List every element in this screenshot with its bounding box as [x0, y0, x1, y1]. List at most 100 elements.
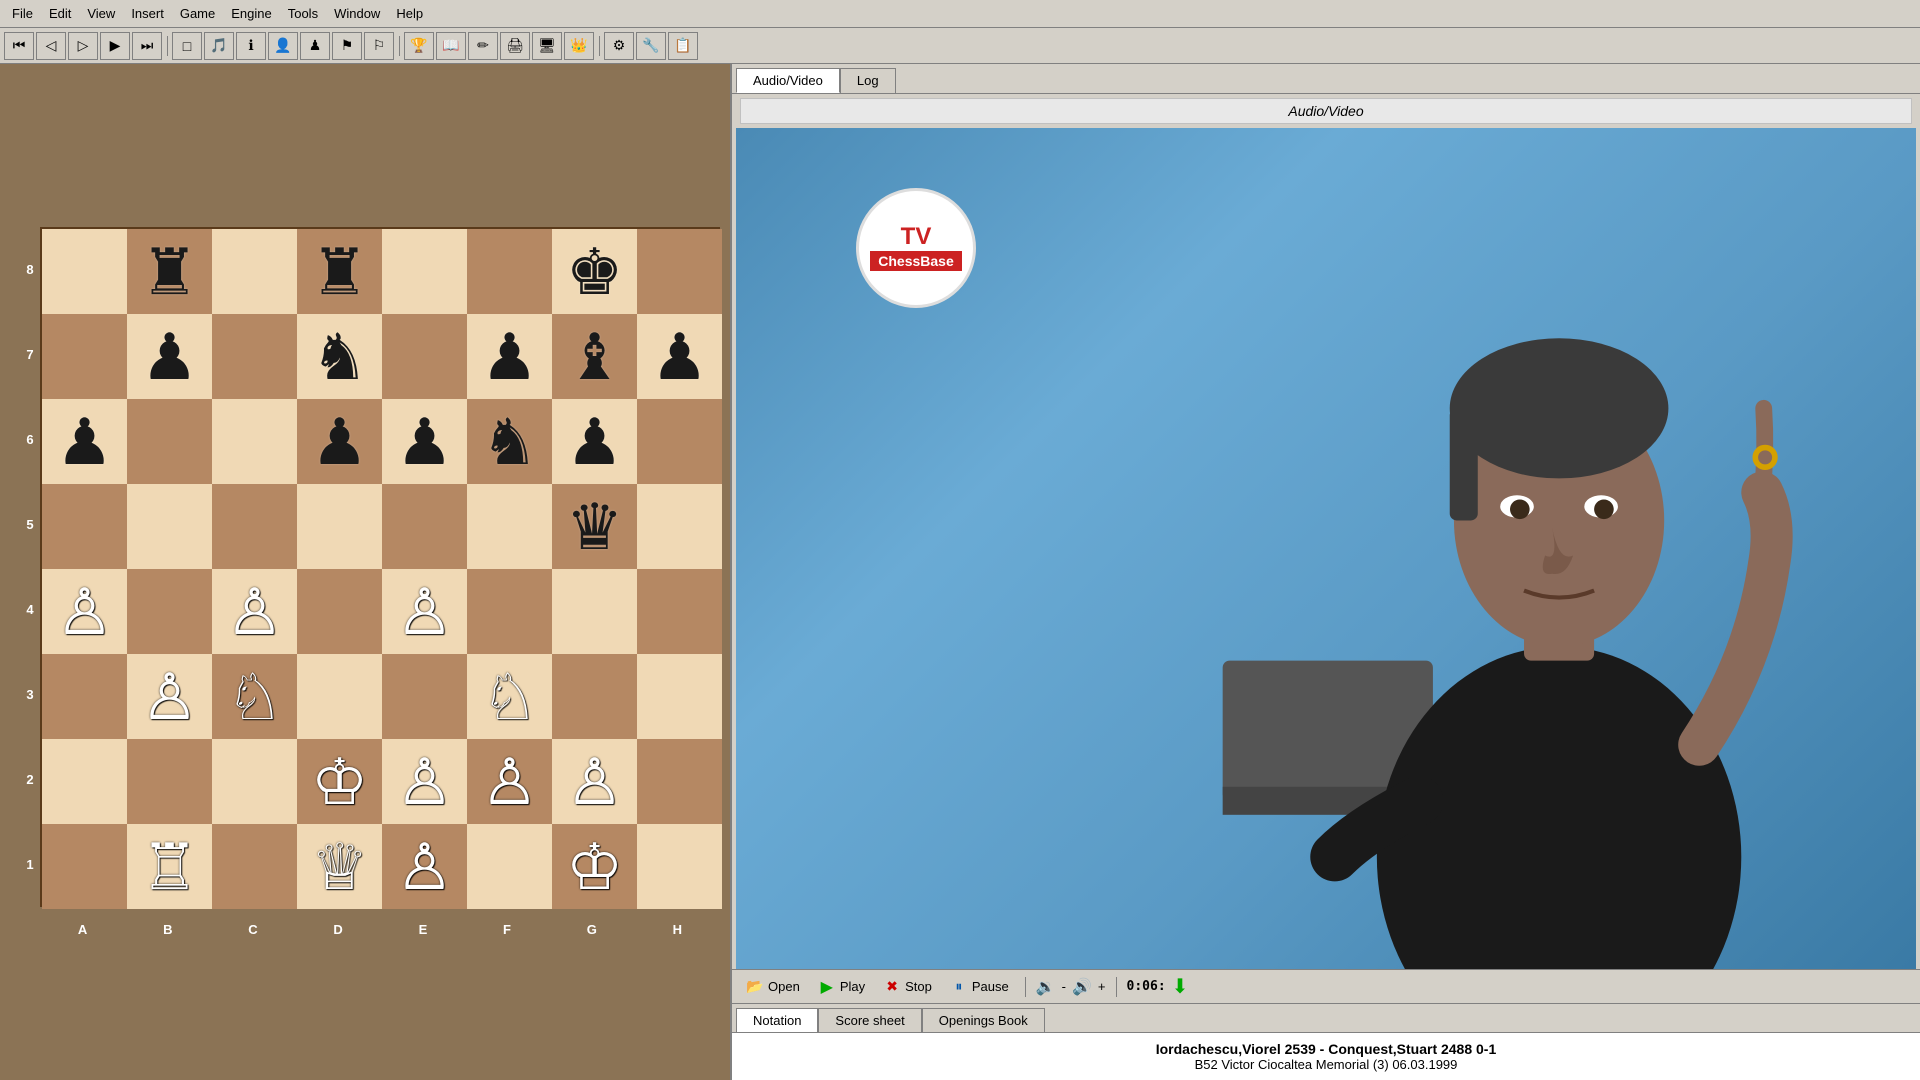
- play-button[interactable]: ▶ Play: [812, 976, 871, 998]
- square-a2[interactable]: [42, 739, 127, 824]
- nav-back-button[interactable]: ◁: [36, 32, 66, 60]
- square-g1[interactable]: ♔: [552, 824, 637, 909]
- square-h7[interactable]: ♟: [637, 314, 722, 399]
- toolbar-book-button[interactable]: 📖: [436, 32, 466, 60]
- square-a6[interactable]: ♟: [42, 399, 127, 484]
- square-c5[interactable]: [212, 484, 297, 569]
- square-g5[interactable]: ♛: [552, 484, 637, 569]
- nav-start-button[interactable]: ⏮: [4, 32, 34, 60]
- menu-file[interactable]: File: [4, 4, 41, 23]
- menu-engine[interactable]: Engine: [223, 4, 279, 23]
- menu-view[interactable]: View: [79, 4, 123, 23]
- nav-forward-button[interactable]: ▷: [68, 32, 98, 60]
- square-h6[interactable]: [637, 399, 722, 484]
- square-e2[interactable]: ♙: [382, 739, 467, 824]
- nav-last-button[interactable]: ⏭: [132, 32, 162, 60]
- square-b5[interactable]: [127, 484, 212, 569]
- menu-edit[interactable]: Edit: [41, 4, 79, 23]
- square-f5[interactable]: [467, 484, 552, 569]
- square-c6[interactable]: [212, 399, 297, 484]
- square-c8[interactable]: [212, 229, 297, 314]
- square-e3[interactable]: [382, 654, 467, 739]
- square-g8[interactable]: ♚: [552, 229, 637, 314]
- toolbar-info-button[interactable]: ℹ: [236, 32, 266, 60]
- menu-insert[interactable]: Insert: [123, 4, 172, 23]
- menu-window[interactable]: Window: [326, 4, 388, 23]
- square-d4[interactable]: [297, 569, 382, 654]
- toolbar-piece-button[interactable]: ♟: [300, 32, 330, 60]
- square-f2[interactable]: ♙: [467, 739, 552, 824]
- open-button[interactable]: 📂 Open: [740, 976, 806, 998]
- square-g7[interactable]: ♝: [552, 314, 637, 399]
- square-b4[interactable]: [127, 569, 212, 654]
- volume-up-button[interactable]: 🔊: [1072, 977, 1092, 997]
- toolbar-gear-button[interactable]: ⚙: [604, 32, 634, 60]
- square-a4[interactable]: ♙: [42, 569, 127, 654]
- toolbar-edit-button[interactable]: ✏: [468, 32, 498, 60]
- square-d7[interactable]: ♞: [297, 314, 382, 399]
- square-d1[interactable]: ♕: [297, 824, 382, 909]
- square-b3[interactable]: ♙: [127, 654, 212, 739]
- square-f7[interactable]: ♟: [467, 314, 552, 399]
- square-a3[interactable]: [42, 654, 127, 739]
- square-d2[interactable]: ♔: [297, 739, 382, 824]
- square-e8[interactable]: [382, 229, 467, 314]
- tab-openings-book[interactable]: Openings Book: [922, 1008, 1045, 1032]
- toolbar-sound-button[interactable]: 🎵: [204, 32, 234, 60]
- toolbar-tool-button[interactable]: 🔧: [636, 32, 666, 60]
- square-h5[interactable]: [637, 484, 722, 569]
- square-e7[interactable]: [382, 314, 467, 399]
- fullscreen-icon[interactable]: ⬇: [1172, 974, 1189, 999]
- toolbar-flag1-button[interactable]: ⚑: [332, 32, 362, 60]
- square-f1[interactable]: [467, 824, 552, 909]
- stop-button[interactable]: ✖ Stop: [877, 976, 938, 998]
- toolbar-crown-button[interactable]: 👑: [564, 32, 594, 60]
- square-h2[interactable]: [637, 739, 722, 824]
- square-c3[interactable]: ♘: [212, 654, 297, 739]
- square-d6[interactable]: ♟: [297, 399, 382, 484]
- square-e4[interactable]: ♙: [382, 569, 467, 654]
- square-c4[interactable]: ♙: [212, 569, 297, 654]
- square-b8[interactable]: ♜: [127, 229, 212, 314]
- square-b1[interactable]: ♖: [127, 824, 212, 909]
- tab-score-sheet[interactable]: Score sheet: [818, 1008, 921, 1032]
- toolbar-clip-button[interactable]: 📋: [668, 32, 698, 60]
- square-a1[interactable]: [42, 824, 127, 909]
- pause-button[interactable]: ⏸ Pause: [944, 976, 1015, 998]
- nav-end-button[interactable]: ▶: [100, 32, 130, 60]
- square-h1[interactable]: [637, 824, 722, 909]
- menu-help[interactable]: Help: [388, 4, 431, 23]
- toolbar-trophy-button[interactable]: 🏆: [404, 32, 434, 60]
- square-b6[interactable]: [127, 399, 212, 484]
- square-e1[interactable]: ♙: [382, 824, 467, 909]
- chess-board[interactable]: ♜♜♚♟♞♟♝♟♟♟♟♞♟♛♙♙♙♙♘♘♔♙♙♙♖♕♙♔: [40, 227, 720, 907]
- square-c1[interactable]: [212, 824, 297, 909]
- menu-game[interactable]: Game: [172, 4, 223, 23]
- square-d8[interactable]: ♜: [297, 229, 382, 314]
- square-d3[interactable]: [297, 654, 382, 739]
- square-g2[interactable]: ♙: [552, 739, 637, 824]
- square-g4[interactable]: [552, 569, 637, 654]
- square-d5[interactable]: [297, 484, 382, 569]
- square-h3[interactable]: [637, 654, 722, 739]
- menu-tools[interactable]: Tools: [280, 4, 326, 23]
- toolbar-flag2-button[interactable]: ⚐: [364, 32, 394, 60]
- toolbar-screen-button[interactable]: 🖥: [532, 32, 562, 60]
- square-h4[interactable]: [637, 569, 722, 654]
- square-e5[interactable]: [382, 484, 467, 569]
- toolbar-print-button[interactable]: 🖨: [500, 32, 530, 60]
- tab-notation[interactable]: Notation: [736, 1008, 818, 1032]
- square-f6[interactable]: ♞: [467, 399, 552, 484]
- square-b2[interactable]: [127, 739, 212, 824]
- toolbar-player-button[interactable]: 👤: [268, 32, 298, 60]
- toolbar-new-button[interactable]: □: [172, 32, 202, 60]
- square-g6[interactable]: ♟: [552, 399, 637, 484]
- square-a7[interactable]: [42, 314, 127, 399]
- square-f8[interactable]: [467, 229, 552, 314]
- square-f4[interactable]: [467, 569, 552, 654]
- tab-log[interactable]: Log: [840, 68, 896, 93]
- square-a8[interactable]: [42, 229, 127, 314]
- square-f3[interactable]: ♘: [467, 654, 552, 739]
- square-e6[interactable]: ♟: [382, 399, 467, 484]
- volume-down-button[interactable]: 🔉: [1036, 977, 1056, 997]
